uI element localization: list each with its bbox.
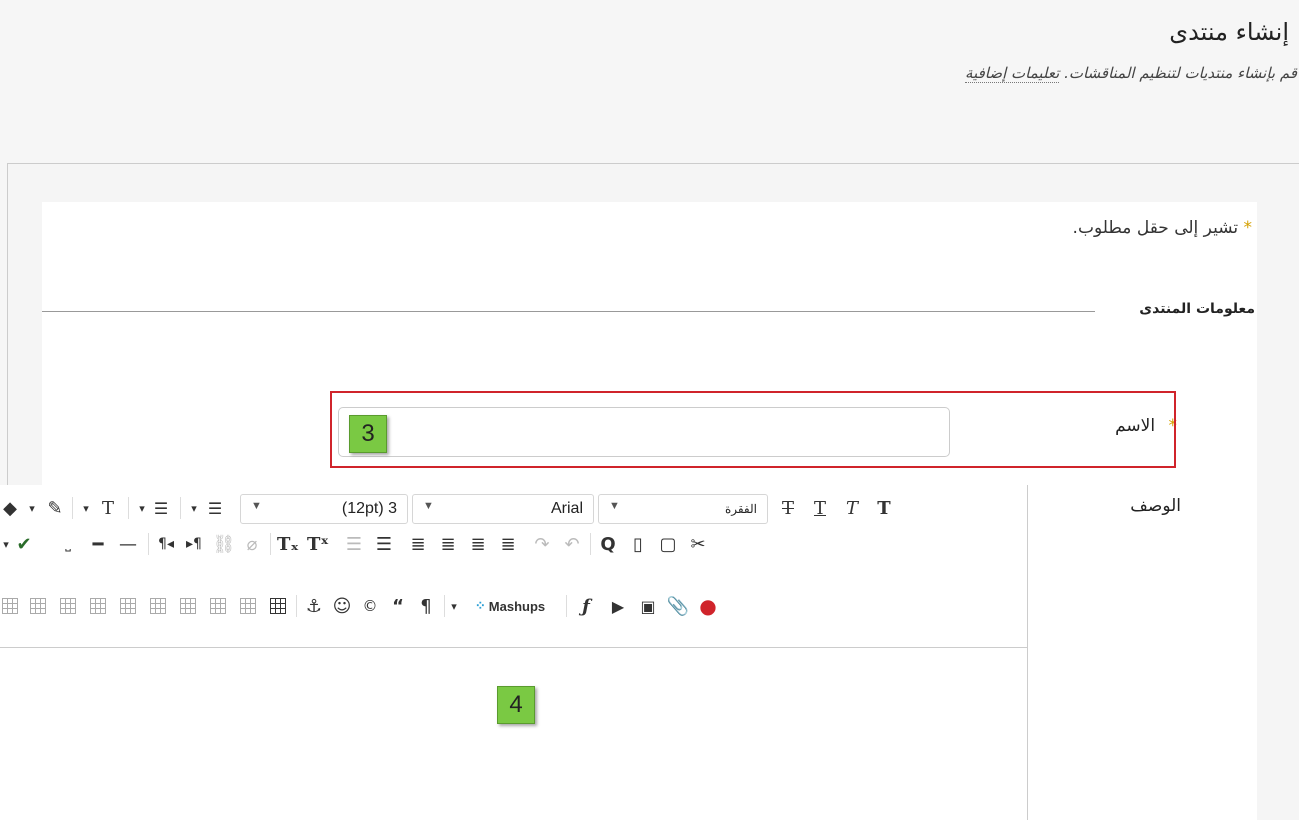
chevron-down-icon: ▼: [609, 500, 620, 512]
chevron-down-icon[interactable]: ▾: [186, 495, 202, 521]
anchor-icon[interactable]: ⚓: [302, 593, 326, 619]
subscript-icon[interactable]: Tₓ: [276, 531, 300, 557]
page-subtitle: قم بإنشاء منتديات لتنظيم المناقشات. تعلي…: [965, 64, 1297, 83]
editor-toolbar: ◆ ▾ ✎ ▾ T ▾ ☰ ▾ ☰ ▼ (12pt) 3 ▼ Arial ▼ ا…: [0, 485, 1027, 648]
font-family-select[interactable]: ▼ Arial: [412, 494, 594, 524]
required-star: *: [1243, 218, 1253, 238]
align-right-icon[interactable]: ≣: [436, 531, 460, 557]
bold-icon[interactable]: T: [872, 495, 896, 521]
more-help-link[interactable]: تعليمات إضافية: [965, 64, 1060, 83]
mashups-icon: ⁘: [474, 598, 486, 613]
page-subtitle-text: قم بإنشاء منتديات لتنظيم المناقشات.: [1064, 64, 1297, 82]
description-editor: ◆ ▾ ✎ ▾ T ▾ ☰ ▾ ☰ ▼ (12pt) 3 ▼ Arial ▼ ا…: [0, 485, 1028, 820]
chevron-down-icon: ▼: [423, 500, 434, 512]
align-justify-icon[interactable]: ≣: [406, 531, 430, 557]
undo-icon[interactable]: ↶: [560, 531, 584, 557]
horizontal-line-icon[interactable]: —: [116, 531, 140, 557]
media-icon[interactable]: ▶: [606, 593, 630, 619]
font-size-value: (12pt) 3: [341, 500, 397, 517]
emoticon-icon[interactable]: ☺: [330, 593, 354, 619]
chevron-down-icon: ▼: [251, 500, 262, 512]
font-size-select[interactable]: ▼ (12pt) 3: [240, 494, 408, 524]
ltr-paragraph-icon[interactable]: ▸¶: [182, 531, 206, 557]
youtube-icon[interactable]: ●: [696, 593, 720, 619]
text-color-icon[interactable]: T: [96, 495, 120, 521]
font-family-value: Arial: [550, 500, 583, 517]
callout-number-4: 4: [497, 686, 535, 724]
toolbar-row-1: ◆ ▾ ✎ ▾ T ▾ ☰ ▾ ☰ ▼ (12pt) 3 ▼ Arial ▼ ا…: [0, 491, 1027, 524]
table-cell-icon[interactable]: [0, 593, 20, 619]
italic-icon[interactable]: T: [840, 495, 864, 521]
toolbar-separator: [148, 533, 149, 555]
image-icon[interactable]: ▣: [636, 593, 660, 619]
outdent-icon[interactable]: ☰: [342, 531, 366, 557]
toolbar-separator: [180, 497, 181, 519]
table-insert-row-after-icon[interactable]: [206, 593, 230, 619]
chevron-down-icon[interactable]: ▾: [134, 495, 150, 521]
toolbar-row-2: ▾ ✔ ⎵ ━ — ¶◂ ▸¶ ⛓ ⌀ Tₓ Tˣ ☰ ☰ ≣ ≣ ≣ ≣ ↷ …: [0, 527, 1027, 559]
paste-icon[interactable]: ▯: [626, 531, 650, 557]
bullet-list-icon[interactable]: ☰: [204, 495, 226, 521]
chevron-down-icon[interactable]: ▾: [78, 495, 94, 521]
mashups-label: Mashups: [488, 598, 546, 614]
underline-icon[interactable]: T: [808, 495, 832, 521]
table-delete-column-icon[interactable]: [86, 593, 110, 619]
table-split-icon[interactable]: [56, 593, 80, 619]
indent-icon[interactable]: ☰: [372, 531, 396, 557]
redo-icon[interactable]: ↷: [530, 531, 554, 557]
superscript-icon[interactable]: Tˣ: [306, 531, 330, 557]
toolbar-separator: [566, 595, 567, 617]
required-note: * تشير إلى حقل مطلوب.: [1073, 218, 1252, 238]
copy-icon[interactable]: ▢: [656, 531, 680, 557]
description-label: الوصف: [1130, 496, 1181, 516]
toolbar-separator: [590, 533, 591, 555]
rtl-paragraph-icon[interactable]: ¶◂: [154, 531, 178, 557]
spellcheck-icon[interactable]: ✔: [12, 531, 36, 557]
eraser-icon[interactable]: ◆: [0, 495, 20, 521]
page-title: إنشاء منتدى: [1169, 18, 1289, 46]
toolbar-separator: [270, 533, 271, 555]
copyright-icon[interactable]: ©: [358, 593, 382, 619]
chevron-down-icon[interactable]: ▾: [0, 531, 12, 557]
table-merge-icon[interactable]: [26, 593, 50, 619]
paragraph-value: الفقرة: [724, 502, 757, 516]
nonbreaking-space-icon[interactable]: ⎵: [56, 531, 80, 557]
toolbar-row-3: ⚓ ☺ © “ ¶ ▾ ⁘ Mashups ƒ ▶ ▣ 📎 ●: [0, 589, 1027, 621]
section-title: معلومات المنتدى: [1139, 301, 1255, 317]
chevron-down-icon[interactable]: ▾: [448, 593, 460, 619]
blockquote-icon[interactable]: “: [386, 593, 410, 619]
link-icon[interactable]: ⌀: [240, 531, 264, 557]
horizontal-rule-icon[interactable]: ━: [86, 531, 110, 557]
table-insert-column-after-icon[interactable]: [116, 593, 140, 619]
strikethrough-icon[interactable]: T: [776, 495, 800, 521]
align-left-icon[interactable]: ≣: [496, 531, 520, 557]
attach-file-icon[interactable]: 📎: [666, 593, 690, 619]
toolbar-separator: [296, 595, 297, 617]
toolbar-separator: [72, 497, 73, 519]
table-insert-column-before-icon[interactable]: [146, 593, 170, 619]
required-note-text: تشير إلى حقل مطلوب.: [1072, 218, 1239, 238]
unlink-icon[interactable]: ⛓: [212, 531, 236, 557]
name-highlight-box: [330, 391, 1176, 468]
paragraph-select[interactable]: ▼ الفقرة: [598, 494, 768, 524]
editor-content-area[interactable]: [0, 648, 1027, 820]
formula-icon[interactable]: ƒ: [574, 593, 598, 619]
table-insert-row-before-icon[interactable]: [236, 593, 260, 619]
chevron-down-icon[interactable]: ▾: [24, 495, 40, 521]
table-insert-icon[interactable]: [266, 593, 290, 619]
toolbar-separator: [128, 497, 129, 519]
toolbar-separator: [444, 595, 445, 617]
cut-icon[interactable]: ✂: [686, 531, 710, 557]
table-delete-row-icon[interactable]: [176, 593, 200, 619]
mashups-menu[interactable]: ⁘ Mashups: [462, 593, 558, 619]
callout-number-3: 3: [349, 415, 387, 453]
highlight-pen-icon[interactable]: ✎: [44, 495, 66, 521]
numbered-list-icon[interactable]: ☰: [150, 495, 172, 521]
align-center-icon[interactable]: ≣: [466, 531, 490, 557]
section-divider: [42, 311, 1095, 312]
paragraph-mark-icon[interactable]: ¶: [414, 593, 438, 619]
find-icon[interactable]: Q: [596, 531, 620, 557]
